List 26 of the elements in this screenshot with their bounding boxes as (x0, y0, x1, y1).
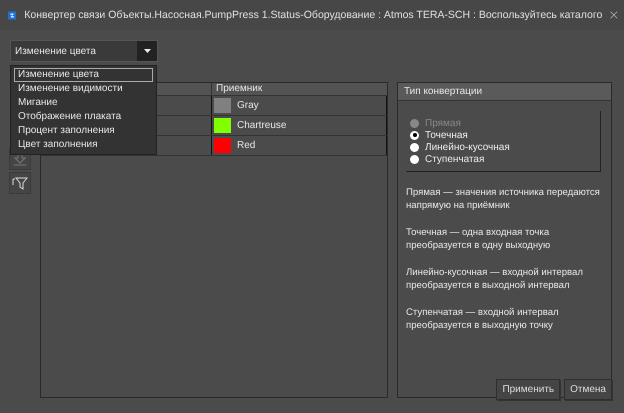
caret-icon (144, 49, 150, 53)
menu-item[interactable]: Мигание (14, 96, 153, 110)
menu-item[interactable]: Изменение видимости (14, 82, 153, 96)
menu-item[interactable]: Процент заполнения (14, 124, 153, 138)
table-cell: Red (237, 140, 256, 151)
description-text: Ступенчатая — входной интервал преобразуется в выходную точку (406, 306, 560, 332)
download-icon (13, 152, 27, 166)
radio-option[interactable]: Линейно-кусочная (410, 141, 600, 153)
action-dropdown[interactable]: Изменение цвета (10, 40, 158, 62)
description-text: Прямая — значения источника передаются напрямую на приёмник (406, 186, 601, 212)
panel-title: Тип конвертации (398, 83, 611, 101)
radio-option[interactable]: Ступенчатая (410, 153, 600, 165)
window-title: Конвертер связи Объекты.Насосная.PumpPress 1.Status-Оборудование : Atmos TERA-SCH : Воспользуйтесь каталого (24, 9, 602, 21)
menu-item[interactable]: Отображение плаката (14, 110, 153, 124)
table-cell: Chartreuse (237, 120, 286, 131)
filter-button[interactable] (9, 172, 31, 194)
column-header: Приемник (211, 83, 387, 95)
filter-icon (12, 176, 28, 190)
description-text: Точечная — одна входная точка преобразуется в одну выходную (406, 226, 552, 252)
dialog-button[interactable]: Применить (496, 379, 560, 400)
table-cell: Gray (237, 100, 259, 111)
dialog-button[interactable]: Отмена (564, 379, 612, 400)
radio-option[interactable]: Точечная (410, 129, 600, 141)
description-text: Линейно-кусочная — входной интервал преобразуется в выходной интервал (406, 266, 584, 292)
menu-item[interactable]: Изменение цвета (14, 68, 153, 82)
menu-item[interactable]: Цвет заполнения (14, 138, 153, 152)
